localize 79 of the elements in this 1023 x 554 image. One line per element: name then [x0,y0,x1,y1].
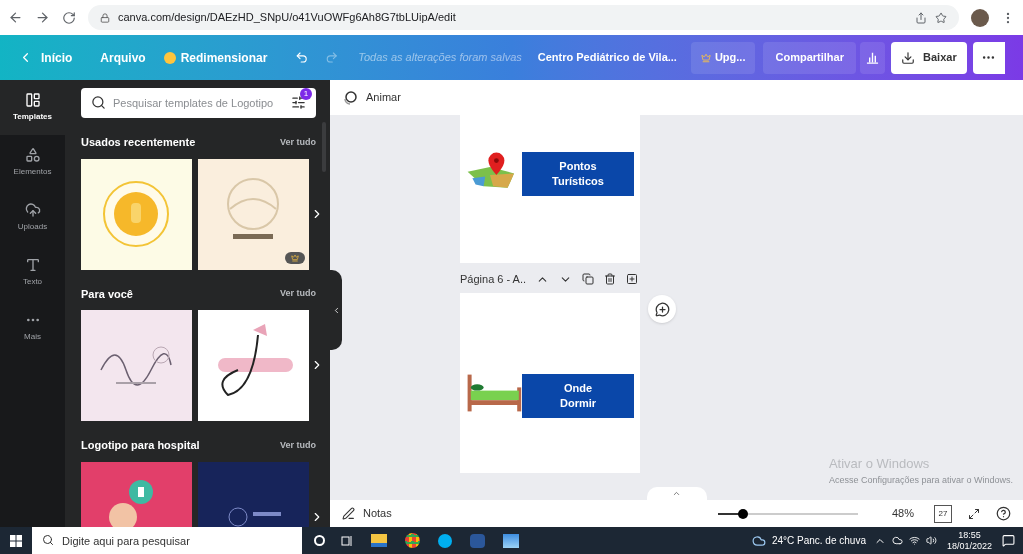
more-button[interactable] [972,41,1005,74]
notification-icon[interactable] [1002,534,1015,547]
bookmark-icon[interactable] [935,11,947,24]
see-all-link[interactable]: Ver tudo [280,287,316,301]
filter-icon[interactable] [291,95,306,110]
weather-text[interactable]: 24°C Panc. de chuva [771,533,866,548]
cloud-icon[interactable] [891,535,903,546]
sidebar-tab[interactable]: Templates [0,80,65,135]
photos-icon[interactable] [503,533,519,548]
crown-icon [700,52,711,63]
sidebar-tab[interactable]: Texto [0,245,65,300]
taskbar-search-field[interactable]: Digite aqui para pesquisar [32,527,302,554]
task-view-icon[interactable] [341,534,353,547]
clock-date[interactable]: 18/01/2022 [946,540,992,552]
page-count-button[interactable]: 27 [934,504,952,523]
see-all-link[interactable]: Ver tudo [280,438,316,452]
share-button[interactable]: Compartilhar [763,41,856,74]
wifi-icon[interactable] [908,535,920,546]
windows-logo-icon[interactable] [10,534,22,547]
cortana-icon[interactable] [314,535,325,546]
title-banner[interactable]: Onde Dormir [522,374,634,418]
os-notice-text: Acesse Configurações para ativar o Windows. [828,473,1013,487]
text-icon [24,257,41,273]
download-button[interactable]: Baixar [891,41,967,74]
sidebar-tab[interactable]: Elementos [0,135,65,190]
lock-icon [100,12,110,23]
comment-button[interactable] [648,295,676,323]
undo-icon[interactable] [295,50,309,65]
design-page[interactable]: Onde Dormir [460,293,640,473]
chevron-up-icon [672,489,681,498]
save-status: Todas as alterações foram salvas [358,50,522,66]
help-icon[interactable] [996,506,1011,521]
title-banner[interactable]: Pontos Turísticos [522,152,634,196]
add-page-icon[interactable] [626,273,639,285]
forward-icon[interactable] [35,10,50,25]
section-title: Usados recentemente [81,135,196,150]
zoom-reading: 48% [891,506,914,522]
design-page[interactable]: Pontos Turísticos [460,115,640,263]
search-icon [91,95,106,110]
section-title: Logotipo para hospital [81,438,200,453]
banner-text: Pontos Turísticos [552,159,604,189]
notes-button[interactable]: Notas [363,505,392,522]
notes-icon[interactable] [342,507,355,520]
trash-icon[interactable] [604,273,617,285]
chrome-icon[interactable] [405,533,420,548]
shapes-icon [24,147,41,163]
clock-time[interactable]: 18:55 [958,529,981,541]
weather-icon[interactable] [751,533,766,548]
volume-icon[interactable] [925,535,937,546]
duplicate-icon[interactable] [582,273,595,285]
reload-icon[interactable] [62,10,76,25]
search-icon [42,534,54,546]
upload-icon [24,202,41,218]
collapse-tab[interactable] [330,270,342,350]
upgrade-button[interactable]: Upg... [690,41,756,74]
crown-icon [291,253,299,262]
share-icon[interactable] [915,11,927,24]
insights-button[interactable] [859,41,886,74]
address-bar[interactable]: canva.com/design/DAEzHD_SNpU/o41VuOWFg6Ah8G7tbLUipA/edit [88,5,959,30]
sidebar-tab[interactable]: Uploads [0,190,65,245]
templates-icon [24,92,41,108]
banner-text: Onde Dormir [559,381,597,411]
animate-button[interactable]: Animar [366,89,401,106]
sidebar-tab[interactable]: Mais [0,300,65,355]
section-title: Para você [81,286,133,302]
animate-icon[interactable] [342,89,358,106]
slider-thumb[interactable] [738,508,749,519]
see-all-link[interactable]: Ver tudo [280,135,316,149]
bar-chart-icon [866,51,879,64]
back-icon[interactable] [8,10,23,25]
profile-avatar[interactable] [971,8,989,27]
folder-icon[interactable] [371,534,387,547]
skype-icon[interactable] [438,533,452,548]
fullscreen-icon[interactable] [968,507,980,520]
comment-add-icon [654,301,670,317]
download-icon [901,50,916,65]
pages-toggle[interactable] [646,487,707,500]
design-title[interactable]: Centro Pediátrico de Vila... [537,49,677,66]
page-title: Página 6 - A.. [460,271,527,287]
